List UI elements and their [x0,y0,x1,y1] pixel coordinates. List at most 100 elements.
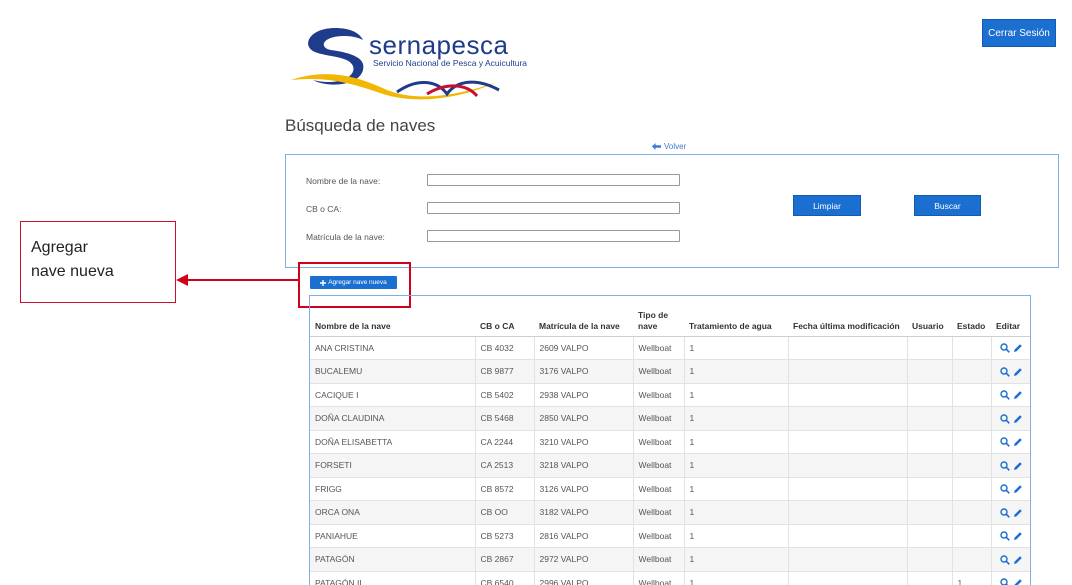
brand-name: sernapesca [369,30,509,60]
cell-fecha [787,524,908,548]
pencil-icon[interactable] [1013,508,1023,518]
cell-nombre: BUCALEMU [310,359,476,384]
cell-tipo: Wellboat [632,524,685,548]
col-header-estado: Estado [952,296,991,337]
search-icon[interactable] [1000,554,1011,565]
cell-tratamiento: 1 [683,571,789,585]
cell-nombre: CACIQUE I [310,383,476,407]
table-row: ORCA ONA CB OO 3182 VALPO Wellboat 1 [310,500,1030,525]
cell-nombre: ANA CRISTINA [310,336,476,360]
ship-name-label: Nombre de la nave: [306,176,381,186]
back-link[interactable]: Volver [652,142,686,151]
col-header-usuario: Usuario [907,296,952,337]
cell-tratamiento: 1 [683,383,789,407]
matricula-input[interactable] [427,230,680,242]
col-header-fecha: Fecha última modificación [788,296,907,337]
cell-usuario [906,383,953,407]
cell-editar [990,547,1030,572]
cb-ca-input[interactable] [427,202,680,214]
table-row: BUCALEMU CB 9877 3176 VALPO Wellboat 1 [310,359,1030,384]
pencil-icon[interactable] [1013,461,1023,471]
search-icon[interactable] [1000,390,1011,400]
cell-matricula: 3218 VALPO [533,453,634,478]
plus-icon [320,279,327,286]
cell-tipo: Wellboat [632,477,685,501]
pencil-icon[interactable] [1013,414,1023,424]
table-row: FORSETI CA 2513 3218 VALPO Wellboat 1 [310,453,1030,478]
pencil-icon[interactable] [1013,531,1023,541]
col-header-matricula: Matrícula de la nave [534,296,633,337]
ships-table: Nombre de la nave CB o CA Matrícula de l… [309,295,1031,585]
col-header-nombre: Nombre de la nave [310,296,475,337]
search-icon[interactable] [1000,437,1011,447]
search-icon[interactable] [1000,531,1011,541]
cell-estado: 1 [951,571,992,585]
add-ship-button[interactable]: Agregar nave nueva [310,276,397,289]
cell-fecha [787,571,908,585]
cell-usuario [906,359,953,384]
cell-usuario [906,430,953,454]
cell-estado [951,359,992,384]
search-icon[interactable] [1000,484,1011,494]
cell-nombre: PATAGÓN II [310,571,476,585]
annotation-callout: Agregar nave nueva [20,221,176,303]
cell-tipo: Wellboat [632,359,685,384]
pencil-icon[interactable] [1013,367,1023,377]
cell-tratamiento: 1 [683,547,789,572]
table-row: CACIQUE I CB 5402 2938 VALPO Wellboat 1 [310,383,1030,407]
cell-usuario [906,477,953,501]
cell-tratamiento: 1 [683,524,789,548]
callout-line-2: nave nueva [31,263,114,280]
cell-fecha [787,430,908,454]
cell-tratamiento: 1 [683,430,789,454]
ship-name-input[interactable] [427,174,680,186]
cell-usuario [906,524,953,548]
pencil-icon[interactable] [1013,343,1023,353]
search-icon[interactable] [1000,507,1011,518]
cell-fecha [787,477,908,501]
clear-button[interactable]: Limpiar [793,195,861,216]
cell-editar [990,477,1030,501]
cell-cb: CB 6540 [474,571,535,585]
cell-editar [990,383,1030,407]
cell-cb: CB 2867 [474,547,535,572]
cell-usuario [906,336,953,360]
search-button[interactable]: Buscar [914,195,981,216]
cell-estado [951,524,992,548]
cell-tipo: Wellboat [632,500,685,525]
table-header-row: Nombre de la nave CB o CA Matrícula de l… [310,296,1030,337]
cell-cb: CB 4032 [474,336,535,360]
table-row: DOÑA CLAUDINA CB 5468 2850 VALPO Wellboat 1 [310,406,1030,431]
table-row: PATAGÓN CB 2867 2972 VALPO Wellboat 1 [310,547,1030,572]
cell-tratamiento: 1 [683,336,789,360]
cell-editar [990,571,1030,585]
cell-editar [990,500,1030,525]
logout-button[interactable]: Cerrar Sesión [982,19,1056,47]
table-row: FRIGG CB 8572 3126 VALPO Wellboat 1 [310,477,1030,501]
table-row: DOÑA ELISABETTA CA 2244 3210 VALPO Wellboat… [310,430,1030,454]
cell-matricula: 3176 VALPO [533,359,634,384]
cell-nombre: PATAGÓN [310,547,476,572]
cell-editar [990,524,1030,548]
search-icon[interactable] [1000,343,1011,353]
pencil-icon[interactable] [1013,484,1023,494]
cell-cb: CB 8572 [474,477,535,501]
table-row: ANA CRISTINA CB 4032 2609 VALPO Wellboat 1 [310,336,1030,360]
cell-cb: CB 5468 [474,406,535,431]
pencil-icon[interactable] [1013,390,1023,400]
search-icon[interactable] [1000,366,1011,377]
pencil-icon[interactable] [1013,437,1023,447]
cell-estado [951,547,992,572]
search-icon[interactable] [1000,460,1011,471]
cell-tipo: Wellboat [632,430,685,454]
annotation-arrow-icon [176,274,300,286]
table-row: PATAGÓN II CB 6540 2996 VALPO Wellboat 1 1 [310,571,1030,585]
cell-tratamiento: 1 [683,500,789,525]
cell-nombre: DOÑA ELISABETTA [310,430,476,454]
cell-fecha [787,453,908,478]
pencil-icon[interactable] [1013,555,1023,565]
cell-nombre: ORCA ONA [310,500,476,525]
cell-usuario [906,571,953,585]
cell-tipo: Wellboat [632,453,685,478]
search-icon[interactable] [1000,413,1011,424]
